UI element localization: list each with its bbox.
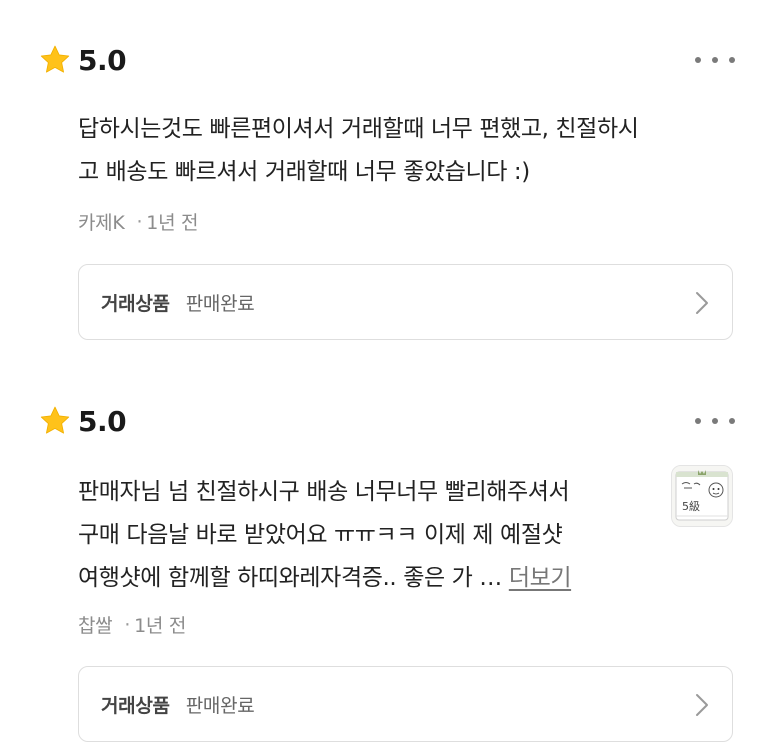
trade-product-box[interactable]: 거래상품 판매완료 — [78, 264, 733, 340]
more-options-button[interactable] — [695, 48, 735, 72]
review-text: 판매자님 넘 친절하시구 배송 너무너무 빨리해주셔서 구매 다음날 바로 받았… — [78, 471, 658, 600]
more-dot — [729, 418, 735, 424]
trade-status: 판매완료 — [185, 292, 255, 315]
author-name[interactable]: 찹쌀 — [78, 611, 113, 638]
review-text-tail: 여행샷에 함께할 하띠와레자격증.. 좋은 가 … — [78, 565, 509, 591]
review-text-line: 구매 다음날 바로 받았어요 ㅠㅠㅋㅋ 이제 제 예절샷 — [78, 522, 563, 548]
more-dot — [712, 57, 718, 63]
more-dot — [712, 418, 718, 424]
review-text-line: 판매자님 넘 친절하시구 배송 너무너무 빨리해주셔서 — [78, 479, 570, 505]
trade-label: 거래상품 — [101, 292, 170, 315]
trade-label: 거래상품 — [101, 694, 170, 717]
meta-separator: · — [124, 613, 131, 636]
review-photo-thumbnail[interactable]: 5級 — [671, 465, 733, 527]
rating-row: 5.0 — [38, 42, 127, 78]
more-horizontal-icon — [695, 418, 701, 424]
more-dot — [729, 57, 735, 63]
star-icon — [40, 406, 70, 434]
photo-image: 5級 — [672, 466, 732, 526]
review-time: 1년 전 — [146, 212, 199, 234]
author-name[interactable]: 카제K — [78, 208, 125, 235]
trade-product-box[interactable]: 거래상품 판매완료 — [78, 666, 733, 742]
chevron-right-icon — [696, 694, 708, 716]
meta-separator: · — [136, 210, 143, 233]
read-more-link[interactable]: 더보기 — [509, 565, 572, 591]
rating-value: 5.0 — [78, 43, 127, 77]
review-meta: 카제K · 1년 전 — [78, 208, 198, 235]
star-icon — [40, 45, 70, 73]
review-text-line: 고 배송도 빠르셔서 거래할때 너무 좋았습니다 :) — [78, 159, 530, 185]
review-text-line: 답하시는것도 빠른편이셔서 거래할때 너무 편했고, 친절하시 — [78, 116, 639, 142]
more-horizontal-icon — [695, 57, 701, 63]
review-time: 1년 전 — [134, 615, 187, 637]
review-text-line: 여행샷에 함께할 하띠와레자격증.. 좋은 가 … 더보기 — [78, 557, 658, 600]
trade-status: 판매완료 — [185, 694, 255, 717]
thumbnail-caption: 5級 — [682, 500, 700, 513]
review-text: 답하시는것도 빠른편이셔서 거래할때 너무 편했고, 친절하시 고 배송도 빠르… — [78, 108, 738, 194]
review-meta: 찹쌀 · 1년 전 — [78, 611, 186, 638]
more-options-button[interactable] — [695, 409, 735, 433]
rating-value: 5.0 — [78, 404, 127, 438]
chevron-right-icon — [696, 292, 708, 314]
rating-row: 5.0 — [38, 403, 127, 439]
